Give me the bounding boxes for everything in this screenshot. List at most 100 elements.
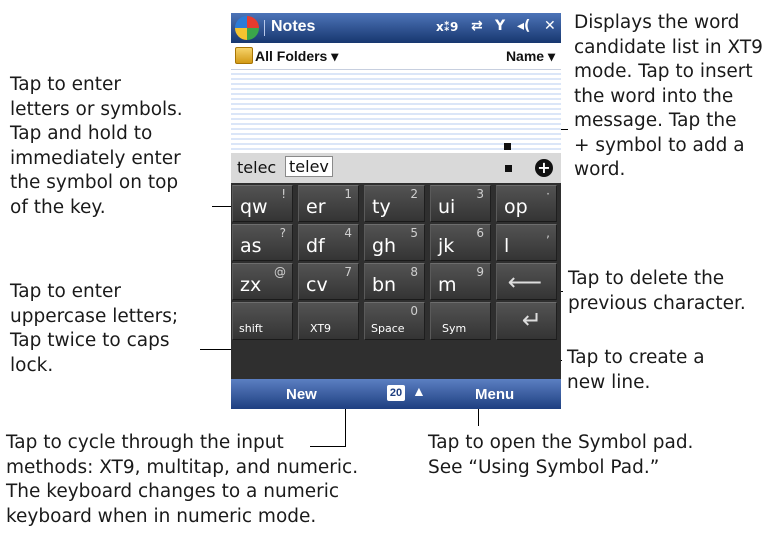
key-label: shift: [239, 322, 263, 335]
callout-line: + symbol to add a: [574, 134, 745, 156]
key-label: zx: [240, 274, 262, 296]
key-label: ui: [438, 196, 456, 218]
callout-line: Tap to cycle through the input: [6, 432, 284, 453]
note-text-area[interactable]: [231, 70, 561, 153]
folder-dropdown[interactable]: All Folders ▾: [255, 48, 338, 65]
callout-line: keyboard when in numeric mode.: [6, 505, 317, 527]
callout-line: immediately enter: [10, 147, 181, 169]
key-cv[interactable]: 7 cv: [298, 263, 359, 300]
key-label: qw: [240, 196, 268, 218]
app-title: Notes: [271, 18, 316, 35]
callout-line: lock.: [10, 354, 54, 376]
key-symbol: 4: [344, 226, 352, 240]
candidate-word[interactable]: telec: [237, 158, 276, 177]
callout-line: letters or symbols.: [10, 98, 183, 120]
key-symbol: 9: [476, 265, 484, 279]
callout-line: uppercase letters;: [10, 305, 179, 327]
key-symbol: 8: [410, 265, 418, 279]
folder-icon: [235, 47, 253, 64]
sym-key[interactable]: Sym: [430, 302, 491, 340]
candidate-marker: [505, 165, 512, 172]
key-df[interactable]: 4 df: [298, 224, 359, 261]
xt9-keyboard: ! qw 1 er 2 ty 3 ui · op ? as 4 df 5 gh …: [231, 183, 561, 379]
key-label: as: [240, 235, 262, 257]
soft-key-bar: New 20 ▲ Menu: [231, 379, 561, 409]
volume-icon[interactable]: ◂(: [517, 18, 530, 34]
key-symbol: ?: [279, 226, 286, 240]
key-bn[interactable]: 8 bn: [364, 263, 425, 300]
callout-delete: Tap to delete the previous character.: [568, 267, 746, 316]
key-qw[interactable]: ! qw: [232, 185, 293, 222]
backspace-arrow-icon: ⟵: [507, 268, 542, 296]
key-label: jk: [438, 235, 455, 257]
input-selector-caret-icon[interactable]: ▲: [412, 383, 426, 399]
key-label: Sym: [442, 322, 467, 335]
input-method-icon[interactable]: 20: [387, 385, 405, 401]
callout-line: the symbol on top: [10, 172, 179, 193]
xt9-indicator-icon: x⁑9: [436, 20, 459, 34]
key-symbol: ·: [546, 187, 550, 201]
key-ty[interactable]: 2 ty: [364, 185, 425, 222]
new-softkey[interactable]: New: [286, 386, 317, 403]
callout-line: Tap twice to caps: [10, 330, 170, 351]
windows-start-icon[interactable]: [235, 16, 259, 40]
key-gh[interactable]: 5 gh: [364, 224, 425, 261]
key-label: gh: [372, 235, 397, 257]
key-ui[interactable]: 3 ui: [430, 185, 491, 222]
candidate-word-selected[interactable]: telev: [285, 156, 333, 177]
callout-line: new line.: [567, 371, 651, 393]
menu-softkey[interactable]: Menu: [475, 386, 514, 403]
callout-line: Tap and hold to: [10, 123, 153, 144]
word-candidate-bar: telec telev +: [231, 153, 561, 183]
sync-icon[interactable]: ⇄: [471, 18, 483, 34]
key-as[interactable]: ? as: [232, 224, 293, 261]
callout-input-methods: Tap to cycle through the input methods: …: [6, 431, 358, 529]
key-symbol: ,: [546, 226, 550, 240]
callout-line: methods: XT9, multitap, and numeric.: [6, 456, 359, 478]
backspace-key[interactable]: ⟵: [496, 263, 557, 300]
title-bar: Notes x⁑9 ⇄ Y ◂( ✕: [231, 13, 561, 43]
key-symbol: 0: [410, 304, 418, 318]
key-label: Space: [371, 322, 405, 335]
close-icon[interactable]: ✕: [544, 18, 556, 34]
xt9-key[interactable]: XT9: [298, 302, 359, 340]
space-key[interactable]: 0 Space: [364, 302, 425, 340]
callout-line: message. Tap the: [574, 110, 737, 131]
key-symbol: !: [281, 187, 286, 201]
sort-dropdown[interactable]: Name ▾: [506, 48, 555, 65]
callout-symbol-pad: Tap to open the Symbol pad. See “Using S…: [428, 431, 693, 480]
key-symbol: 3: [476, 187, 484, 201]
key-label: bn: [372, 274, 397, 296]
key-label: ty: [372, 196, 391, 218]
callout-line: Tap to enter: [10, 281, 121, 302]
key-symbol: @: [274, 265, 286, 279]
callout-word-candidates: Displays the word candidate list in XT9 …: [574, 11, 763, 183]
key-symbol: 6: [476, 226, 484, 240]
key-op[interactable]: · op: [496, 185, 557, 222]
callout-line: Tap to create a: [567, 347, 705, 368]
callout-line: the word into the: [574, 85, 734, 107]
key-label: XT9: [310, 322, 332, 335]
key-label: er: [306, 196, 326, 218]
callout-line: Tap to delete the: [568, 268, 725, 289]
add-word-icon[interactable]: +: [535, 159, 553, 177]
key-jk[interactable]: 6 jk: [430, 224, 491, 261]
callout-line: Tap to enter: [10, 74, 121, 95]
signal-icon[interactable]: Y: [495, 18, 505, 34]
key-m[interactable]: 9 m: [430, 263, 491, 300]
shift-key[interactable]: shift: [232, 302, 293, 340]
key-symbol: 1: [344, 187, 352, 201]
callout-line: The keyboard changes to a numeric: [6, 481, 340, 502]
callout-line: word.: [574, 159, 626, 180]
title-separator: [264, 20, 265, 36]
callout-letters-symbols: Tap to enter letters or symbols. Tap and…: [10, 73, 183, 220]
enter-key[interactable]: ↵: [496, 302, 557, 340]
key-label: l: [504, 235, 510, 257]
key-label: df: [306, 235, 325, 257]
callout-uppercase: Tap to enter uppercase letters; Tap twic…: [10, 280, 178, 378]
key-l[interactable]: , l: [496, 224, 557, 261]
key-er[interactable]: 1 er: [298, 185, 359, 222]
callout-line: previous character.: [568, 292, 746, 314]
key-zx[interactable]: @ zx: [232, 263, 293, 300]
callout-line: candidate list in XT9: [574, 36, 763, 58]
